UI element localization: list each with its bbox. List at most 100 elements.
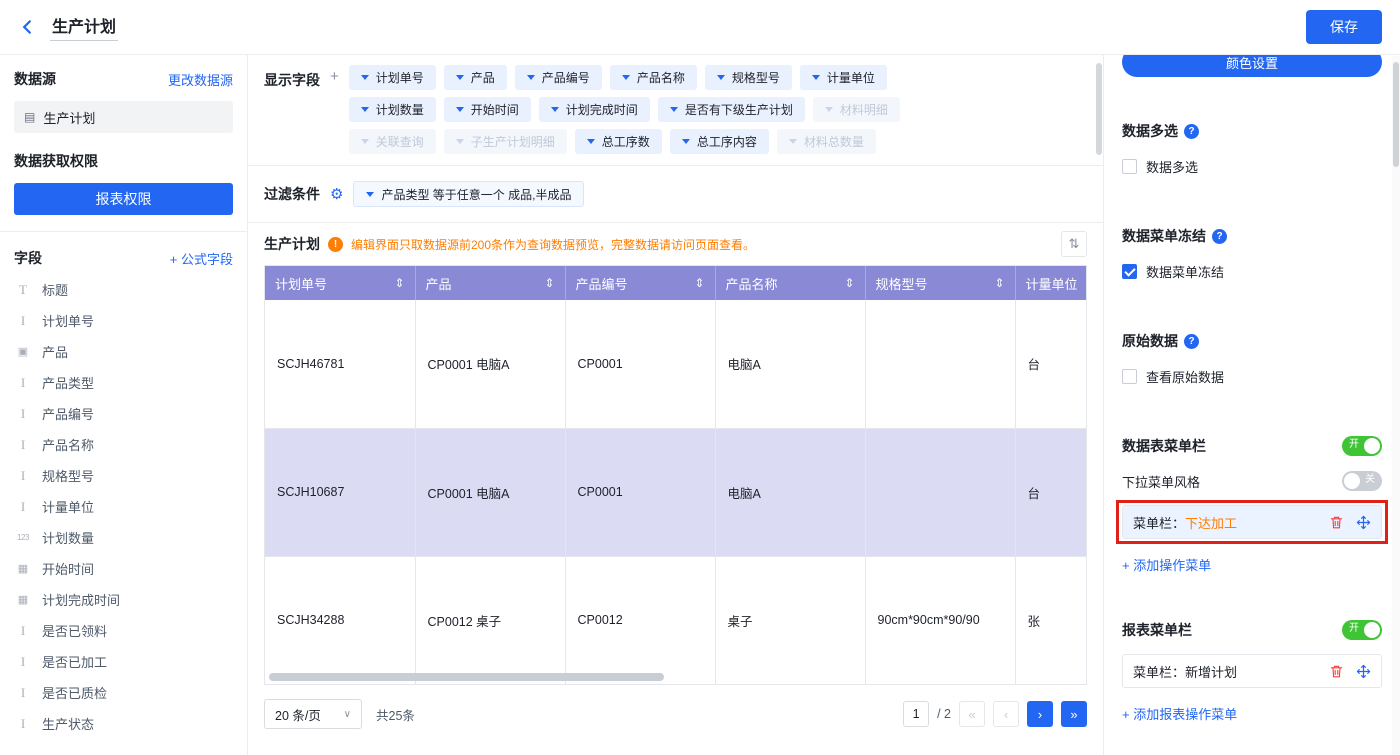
field-item-material-received[interactable]: I是否已领料 [14, 615, 233, 646]
menu-freeze-checkbox-row[interactable]: 数据菜单冻结 [1122, 262, 1382, 281]
field-tag-disabled[interactable]: 关联查询 [349, 129, 436, 154]
add-report-menu-link[interactable]: + 添加报表操作菜单 [1122, 704, 1237, 723]
table-sort-button[interactable]: ⇅ [1061, 231, 1087, 257]
add-operation-menu-link[interactable]: + 添加操作菜单 [1122, 555, 1211, 574]
text-field-icon: I [14, 499, 32, 515]
dropdown-style-toggle-off[interactable]: 关 [1342, 471, 1382, 491]
back-icon[interactable] [18, 18, 36, 36]
filter-condition-tag[interactable]: 产品类型 等于任意一个 成品,半成品 [353, 181, 584, 207]
prev-page-button[interactable]: ‹ [993, 701, 1019, 727]
sort-icon[interactable]: ⇕ [844, 276, 854, 290]
field-item-product[interactable]: ▣产品 [14, 336, 233, 367]
horizontal-scrollbar[interactable] [269, 673, 664, 681]
checkbox-unchecked[interactable] [1122, 159, 1137, 174]
field-tag[interactable]: 开始时间 [444, 97, 531, 122]
field-tag[interactable]: 总工序内容 [670, 129, 769, 154]
datasource-item[interactable]: ▤ 生产计划 [14, 101, 233, 133]
sort-icon[interactable]: ⇕ [994, 276, 1004, 290]
column-header[interactable]: 计划单号⇕ [265, 266, 415, 300]
field-tag[interactable]: 计量单位 [800, 65, 887, 90]
field-tag[interactable]: 总工序数 [575, 129, 662, 154]
field-item-plan-qty[interactable]: 123计划数量 [14, 522, 233, 553]
column-header[interactable]: 产品⇕ [415, 266, 565, 300]
field-item-spec[interactable]: I规格型号 [14, 460, 233, 491]
column-header[interactable]: 产品编号⇕ [565, 266, 715, 300]
last-page-button[interactable]: » [1061, 701, 1087, 727]
table-row-selected[interactable]: SCJH10687 CP0001 电脑A CP0001 电脑A 台 [265, 428, 1087, 556]
column-header[interactable]: 产品名称⇕ [715, 266, 865, 300]
help-icon[interactable]: ? [1212, 229, 1227, 244]
chevron-down-icon [789, 139, 797, 144]
gear-icon[interactable]: ⚙ [330, 185, 343, 203]
field-tag[interactable]: 计划完成时间 [539, 97, 650, 122]
column-header[interactable]: 规格型号⇕ [865, 266, 1015, 300]
report-menu-toggle-on[interactable]: 开 [1342, 620, 1382, 640]
field-item-product-name[interactable]: I产品名称 [14, 429, 233, 460]
next-page-button[interactable]: › [1027, 701, 1053, 727]
column-label: 计量单位 [1026, 274, 1078, 293]
add-field-button[interactable]: + [330, 65, 339, 161]
move-icon[interactable] [1356, 664, 1371, 679]
color-settings-button[interactable]: 颜色设置 [1122, 55, 1382, 77]
field-item-product-type[interactable]: I产品类型 [14, 367, 233, 398]
field-tag[interactable]: 产品 [444, 65, 507, 90]
text-field-icon: I [14, 623, 32, 639]
chevron-down-icon [812, 75, 820, 80]
field-item-finish-time[interactable]: ▦计划完成时间 [14, 584, 233, 615]
field-item-title[interactable]: T标题 [14, 274, 233, 305]
table-menu-title: 数据表菜单栏 [1122, 436, 1206, 456]
field-tag-label: 开始时间 [471, 101, 519, 118]
field-item-product-code[interactable]: I产品编号 [14, 398, 233, 429]
field-tag-label: 产品名称 [637, 69, 685, 86]
field-tag[interactable]: 计划数量 [349, 97, 436, 122]
field-item-inspected[interactable]: I是否已质检 [14, 677, 233, 708]
help-icon[interactable]: ? [1184, 124, 1199, 139]
field-tag[interactable]: 产品编号 [515, 65, 602, 90]
report-menu-item[interactable]: 菜单栏： 新增计划 [1122, 654, 1382, 688]
field-tag-disabled[interactable]: 子生产计划明细 [444, 129, 567, 154]
title-icon: T [14, 282, 32, 298]
sort-icon[interactable]: ⇕ [694, 276, 704, 290]
current-page-input[interactable]: 1 [903, 701, 929, 727]
page-size-select[interactable]: 20 条/页 ∨ [264, 699, 362, 729]
change-datasource-link[interactable]: 更改数据源 [168, 70, 233, 89]
field-tag-disabled[interactable]: 材料总数量 [777, 129, 876, 154]
move-icon[interactable] [1356, 515, 1371, 530]
panel-scrollbar[interactable] [1096, 63, 1102, 155]
field-tag[interactable]: 计划单号 [349, 65, 436, 90]
table-row[interactable]: SCJH46781 CP0001 电脑A CP0001 电脑A 台 [265, 300, 1087, 428]
checkbox-checked[interactable] [1122, 264, 1137, 279]
table-row[interactable]: SCJH34288 CP0012 桌子 CP0012 桌子 90cm*90cm*… [265, 556, 1087, 684]
help-icon[interactable]: ? [1184, 334, 1199, 349]
multi-select-title: 数据多选 [1122, 121, 1178, 141]
field-tag[interactable]: 产品名称 [610, 65, 697, 90]
first-page-button[interactable]: « [959, 701, 985, 727]
field-tag-label: 子生产计划明细 [471, 133, 555, 150]
field-tag[interactable]: 规格型号 [705, 65, 792, 90]
field-item-production-status[interactable]: I生产状态 [14, 708, 233, 739]
table-menu-item[interactable]: 菜单栏： 下达加工 [1122, 505, 1382, 539]
raw-data-checkbox-row[interactable]: 查看原始数据 [1122, 367, 1382, 386]
field-item-plan-no[interactable]: I计划单号 [14, 305, 233, 336]
field-item-start-time[interactable]: ▦开始时间 [14, 553, 233, 584]
column-header[interactable]: 计量单位⇕ [1015, 266, 1087, 300]
page-scrollbar-thumb[interactable] [1393, 62, 1399, 167]
save-button[interactable]: 保存 [1306, 10, 1382, 44]
multi-select-checkbox-row[interactable]: 数据多选 [1122, 157, 1382, 176]
report-permission-button[interactable]: 报表权限 [14, 183, 233, 215]
sort-icon[interactable]: ⇕ [544, 276, 554, 290]
warning-icon: ! [328, 237, 343, 252]
field-tag-disabled[interactable]: 材料明细 [813, 97, 900, 122]
field-item-processed[interactable]: I是否已加工 [14, 646, 233, 677]
settings-panel: 颜色设置 数据多选 ? 数据多选 数据菜单冻结 ? 数据菜单冻结 原始数据 ? … [1104, 55, 1400, 755]
add-formula-field-link[interactable]: + 公式字段 [170, 249, 233, 268]
cell: 电脑A [715, 300, 865, 428]
text-field-icon: I [14, 406, 32, 422]
trash-icon[interactable] [1329, 515, 1344, 530]
trash-icon[interactable] [1329, 664, 1344, 679]
field-item-unit[interactable]: I计量单位 [14, 491, 233, 522]
checkbox-unchecked[interactable] [1122, 369, 1137, 384]
table-menu-toggle-on[interactable]: 开 [1342, 436, 1382, 456]
field-tag[interactable]: 是否有下级生产计划 [658, 97, 805, 122]
sort-icon[interactable]: ⇕ [394, 276, 404, 290]
